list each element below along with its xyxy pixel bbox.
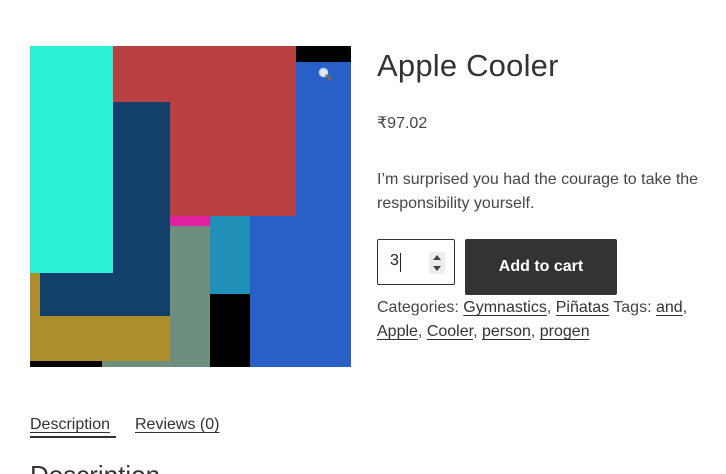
product-price: ₹97.02 — [377, 115, 428, 132]
tag-link-apple[interactable]: Apple — [377, 323, 418, 340]
tag-link-and[interactable]: and — [656, 299, 683, 316]
image-block-cyan — [30, 46, 113, 273]
product-meta: Categories: Gymnastics, Piñatas Tags: an… — [377, 299, 688, 340]
product-title: Apple Cooler — [377, 48, 559, 83]
tag-link-cooler[interactable]: Cooler — [427, 323, 473, 340]
product-page: Apple Cooler ₹97.02 I’m surprised you ha… — [0, 0, 726, 474]
category-link-gymnastics[interactable]: Gymnastics — [463, 299, 547, 316]
description-panel-heading: Description — [30, 460, 160, 474]
tag-link-person[interactable]: person — [482, 323, 531, 340]
image-block-black-bottom — [210, 294, 250, 367]
tab-description[interactable]: Description — [30, 416, 110, 434]
chevron-up-icon[interactable] — [433, 255, 441, 260]
image-block-black-top — [296, 46, 351, 62]
image-block-teal — [210, 216, 250, 294]
add-to-cart-button[interactable]: Add to cart — [465, 239, 617, 295]
product-short-description: I’m surprised you had the courage to tak… — [377, 171, 699, 212]
text-caret — [400, 253, 401, 272]
image-block-magenta — [170, 216, 210, 226]
active-tab-indicator — [30, 436, 116, 438]
product-image[interactable] — [30, 46, 351, 367]
tags-label: Tags: — [613, 299, 652, 316]
quantity-value: 3 — [390, 252, 399, 269]
image-block-black-strip — [30, 361, 102, 367]
quantity-input[interactable]: 3 — [377, 239, 455, 285]
tag-link-progen[interactable]: progen — [540, 323, 590, 340]
magnifier-icon[interactable] — [317, 66, 333, 82]
category-link-pinatas[interactable]: Piñatas — [556, 299, 609, 316]
chevron-down-icon[interactable] — [433, 266, 441, 271]
tab-reviews[interactable]: Reviews (0) — [135, 416, 219, 434]
quantity-stepper[interactable] — [429, 252, 445, 274]
categories-label: Categories: — [377, 299, 459, 316]
